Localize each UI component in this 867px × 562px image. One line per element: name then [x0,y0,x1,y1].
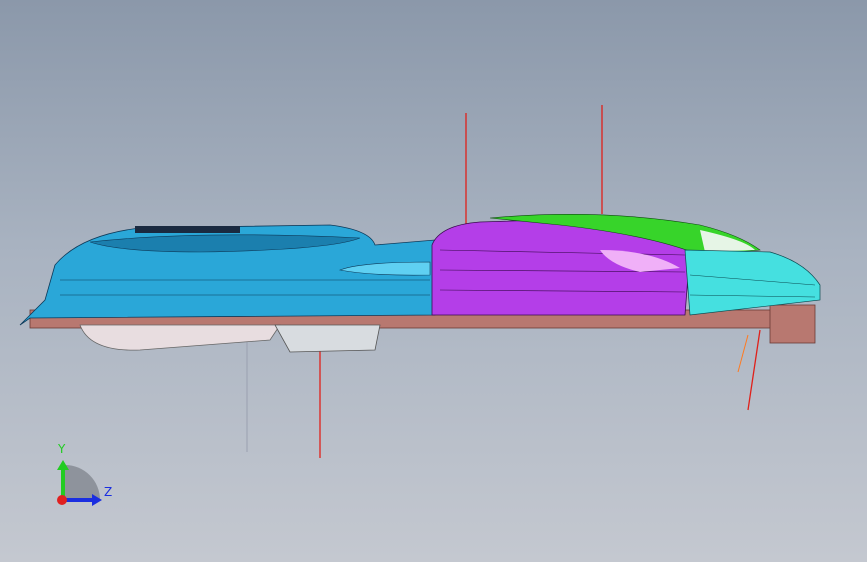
axis-triad: Y Z [40,430,130,510]
lamp-assembly-model[interactable] [0,0,867,562]
cad-3d-viewport[interactable]: Y Z [0,0,867,562]
z-axis-label: Z [104,485,113,499]
y-axis-label: Y [58,442,66,456]
x-axis-dot [57,495,67,505]
triad-arc [65,465,100,500]
blue-housing [19,224,436,326]
